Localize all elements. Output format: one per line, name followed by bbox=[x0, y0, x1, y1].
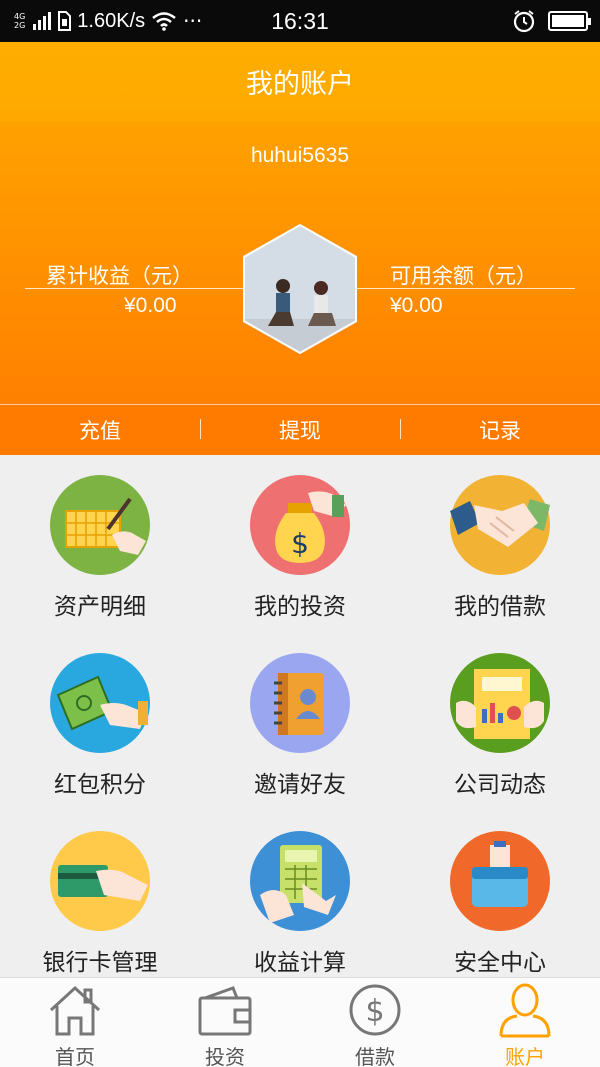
menu-company-news[interactable]: 公司动态 bbox=[400, 633, 600, 811]
menu-grid: 资产明细 $ 我的投资 我的借款 红包积分 邀请好友 公司动态 银行卡管理 收益… bbox=[0, 455, 600, 977]
dollar-coin-icon: $ bbox=[349, 984, 401, 1036]
withdraw-button[interactable]: 提现 bbox=[200, 415, 400, 445]
available-balance-label: 可用余额（元） bbox=[390, 264, 537, 288]
menu-my-loan[interactable]: 我的借款 bbox=[400, 455, 600, 633]
total-earnings-label: 累计收益（元） bbox=[46, 264, 193, 288]
username: huhui5635 bbox=[250, 144, 350, 167]
cash-icon bbox=[50, 653, 150, 753]
account-header: 我的账户 huhui5635 累计收益（元） ¥0.00 可用余额（元） ¥0.… bbox=[0, 42, 600, 455]
total-earnings-value: ¥0.00 bbox=[124, 294, 177, 317]
contact-book-icon bbox=[250, 653, 350, 753]
alarm-icon bbox=[513, 10, 535, 33]
svg-text:$: $ bbox=[365, 994, 384, 1029]
page-title: 我的账户 bbox=[246, 69, 354, 100]
account-actions: 充值 提现 记录 bbox=[0, 404, 600, 455]
asset-detail-icon bbox=[50, 475, 150, 575]
battery-icon bbox=[548, 11, 591, 31]
menu-bank-card[interactable]: 银行卡管理 bbox=[0, 811, 200, 989]
briefcase-icon bbox=[450, 831, 550, 931]
tab-loan[interactable]: $ 借款 bbox=[300, 978, 450, 1067]
avatar[interactable] bbox=[243, 224, 357, 354]
clock: 16:31 bbox=[271, 8, 329, 34]
menu-red-packet[interactable]: 红包积分 bbox=[0, 633, 200, 811]
money-bag-icon: $ bbox=[250, 475, 350, 575]
menu-invite-friends[interactable]: 邀请好友 bbox=[200, 633, 400, 811]
records-button[interactable]: 记录 bbox=[400, 415, 600, 445]
menu-security-center[interactable]: 安全中心 bbox=[400, 811, 600, 989]
tab-account[interactable]: 账户 bbox=[450, 978, 600, 1067]
tab-home[interactable]: 首页 bbox=[0, 978, 150, 1067]
calculator-icon bbox=[250, 831, 350, 931]
bank-card-icon bbox=[50, 831, 150, 931]
menu-my-investment[interactable]: $ 我的投资 bbox=[200, 455, 400, 633]
wallet-icon bbox=[198, 986, 252, 1036]
recharge-button[interactable]: 充值 bbox=[0, 415, 200, 445]
menu-asset-detail[interactable]: 资产明细 bbox=[0, 455, 200, 633]
status-bar: 4G 2G 1.60K/s ··· 16:31 bbox=[0, 0, 600, 42]
tab-invest[interactable]: 投资 bbox=[150, 978, 300, 1067]
svg-text:$: $ bbox=[291, 527, 309, 560]
chart-doc-icon bbox=[450, 653, 550, 753]
bottom-tab-bar: 首页 投资 $ 借款 账户 bbox=[0, 977, 600, 1067]
available-balance-value: ¥0.00 bbox=[390, 294, 443, 317]
home-icon bbox=[49, 985, 101, 1036]
handshake-icon bbox=[450, 475, 550, 575]
user-icon bbox=[499, 983, 551, 1038]
menu-earnings-calc[interactable]: 收益计算 bbox=[200, 811, 400, 989]
